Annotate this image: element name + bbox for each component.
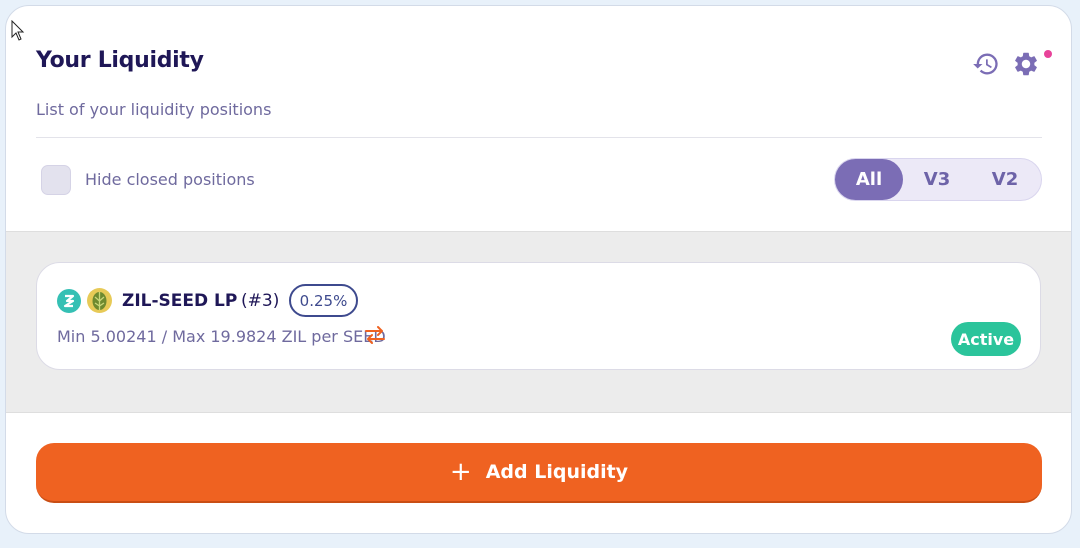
gear-icon[interactable] [1012, 50, 1040, 78]
positions-list: ZIL-SEED LP (#3) 0.25% Min 5.00241 / Max… [6, 231, 1071, 413]
page-subtitle: List of your liquidity positions [36, 100, 272, 119]
liquidity-panel: Your Liquidity List of your liquidity po… [5, 5, 1072, 534]
zil-icon [57, 289, 81, 313]
hide-closed-checkbox[interactable] [41, 165, 71, 195]
mouse-cursor-icon [11, 20, 25, 41]
seed-icon [87, 288, 112, 313]
plus-icon: + [449, 457, 472, 487]
header-divider [36, 137, 1042, 138]
page-title: Your Liquidity [36, 48, 204, 73]
pair-name: ZIL-SEED LP [122, 291, 238, 311]
hide-closed-label: Hide closed positions [85, 170, 255, 189]
swap-direction-icon[interactable] [364, 325, 386, 345]
header-actions [952, 50, 1052, 80]
price-range: Min 5.00241 / Max 19.9824 ZIL per SEED [57, 327, 386, 346]
version-tab-v3[interactable]: V3 [903, 159, 971, 200]
version-tab-v2[interactable]: V2 [971, 159, 1039, 200]
notification-dot [1044, 50, 1052, 58]
position-card[interactable]: ZIL-SEED LP (#3) 0.25% Min 5.00241 / Max… [36, 262, 1041, 370]
version-filter: All V3 V2 [834, 158, 1042, 201]
history-icon[interactable] [972, 50, 1000, 78]
status-badge: Active [951, 322, 1021, 356]
add-liquidity-label: Add Liquidity [485, 461, 629, 483]
fee-tier-badge: 0.25% [289, 284, 358, 317]
version-tab-all[interactable]: All [835, 159, 903, 200]
add-liquidity-button[interactable]: + Add Liquidity [36, 443, 1042, 503]
position-id: (#3) [241, 291, 280, 311]
